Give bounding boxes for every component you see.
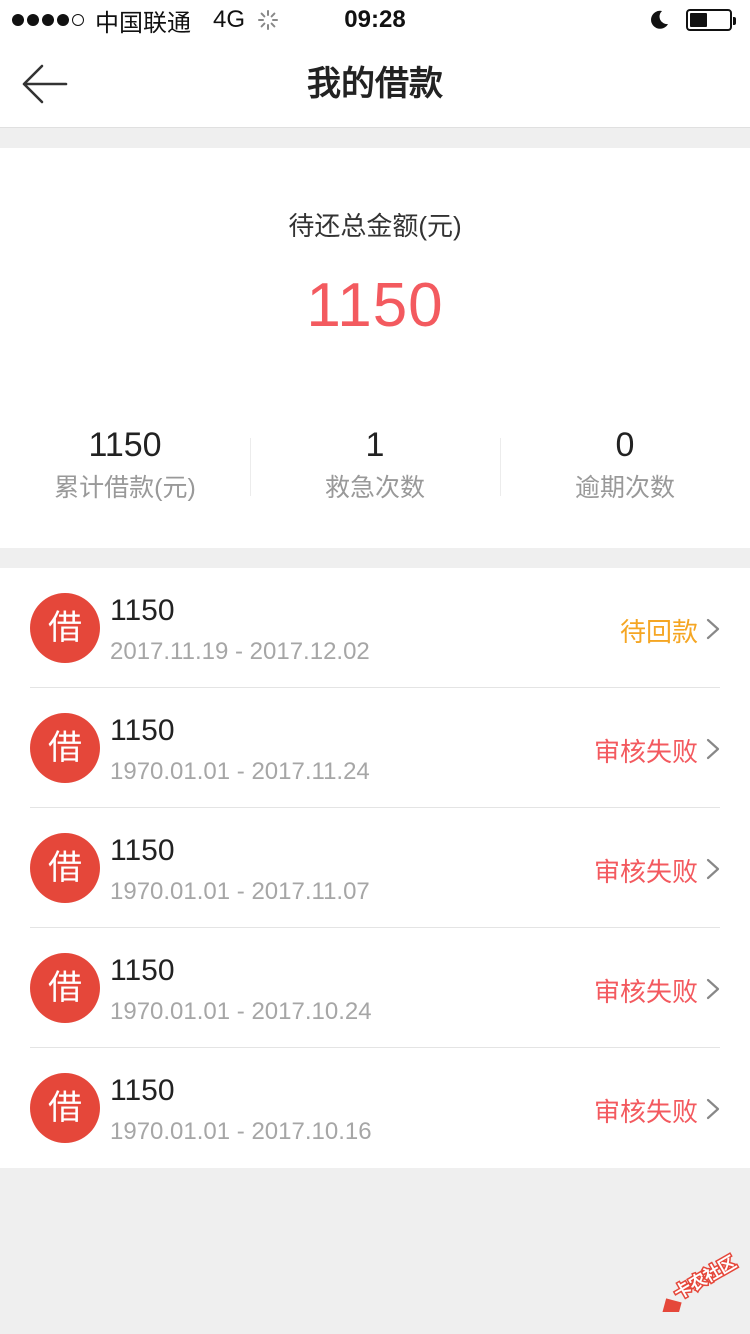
nav-bar: 我的借款 [0, 40, 750, 128]
loan-badge-icon: 借 [30, 1073, 100, 1143]
loan-list-item[interactable]: 借 1150 1970.01.01 - 2017.10.16 审核失败 [0, 1048, 750, 1168]
loan-status: 审核失败 [593, 977, 698, 1007]
back-arrow-icon[interactable] [18, 60, 70, 108]
loan-period: 1970.01.01 - 2017.10.16 [110, 1118, 372, 1145]
loan-amount: 1150 [110, 714, 175, 747]
loan-list: 借 1150 2017.11.19 - 2017.12.02 待回款 借 115… [0, 568, 750, 1168]
stat-value: 0 [615, 426, 635, 464]
network-type: 4G [213, 6, 246, 33]
signal-strength-icon [12, 14, 87, 26]
loan-period: 1970.01.01 - 2017.11.07 [110, 878, 370, 905]
watermark-logo: 卡农社区 [662, 1250, 741, 1312]
loan-amount: 1150 [110, 594, 175, 627]
stat-value: 1 [365, 426, 385, 464]
loan-status: 待回款 [619, 617, 698, 647]
chevron-right-icon [706, 978, 720, 1000]
loan-list-item[interactable]: 借 1150 1970.01.01 - 2017.11.24 审核失败 [0, 688, 750, 808]
loan-badge-icon: 借 [30, 713, 100, 783]
status-bar: 中国联通 4G 09:28 [0, 0, 750, 40]
loan-list-item[interactable]: 借 1150 2017.11.19 - 2017.12.02 待回款 [0, 568, 750, 688]
stat-label: 逾期次数 [574, 474, 675, 502]
chevron-right-icon [706, 618, 720, 640]
stat-total-borrowed: 1150 累计借款(元) [0, 424, 250, 504]
loan-badge-icon: 借 [30, 833, 100, 903]
loan-period: 1970.01.01 - 2017.11.24 [110, 758, 370, 785]
watermark-text: 卡农社区 [670, 1252, 739, 1303]
loan-badge-icon: 借 [30, 953, 100, 1023]
outstanding-amount: 1150 [306, 271, 444, 340]
chevron-right-icon [706, 858, 720, 880]
stats-row: 1150 累计借款(元) 1 救急次数 0 逾期次数 [0, 424, 750, 504]
loan-list-item[interactable]: 借 1150 1970.01.01 - 2017.11.07 审核失败 [0, 808, 750, 928]
loan-amount: 1150 [110, 1074, 175, 1107]
loan-list-item[interactable]: 借 1150 1970.01.01 - 2017.10.24 审核失败 [0, 928, 750, 1048]
chevron-right-icon [706, 1098, 720, 1120]
moon-icon [651, 10, 668, 29]
stat-value: 1150 [88, 426, 162, 464]
loan-badge-icon: 借 [30, 593, 100, 663]
repayment-summary: 待还总金额(元) 1150 1150 累计借款(元) 1 救急次数 0 逾期次数 [0, 148, 750, 548]
stat-overdue-count: 0 逾期次数 [500, 424, 750, 504]
stat-label: 累计借款(元) [54, 474, 196, 502]
loan-status: 审核失败 [593, 1097, 698, 1127]
loan-amount: 1150 [110, 954, 175, 987]
loan-period: 2017.11.19 - 2017.12.02 [110, 638, 370, 665]
loan-amount: 1150 [110, 834, 175, 867]
stat-label: 救急次数 [324, 474, 425, 502]
loan-status: 审核失败 [593, 857, 698, 887]
chevron-right-icon [706, 738, 720, 760]
stat-emergency-count: 1 救急次数 [250, 424, 500, 504]
battery-icon [686, 9, 736, 31]
loading-spinner-icon [258, 10, 279, 30]
carrier-name: 中国联通 [95, 9, 191, 37]
page-title: 我的借款 [307, 65, 443, 103]
battery-level [690, 13, 708, 27]
outstanding-label: 待还总金额(元) [288, 211, 462, 241]
loan-status: 审核失败 [593, 737, 698, 767]
loan-period: 1970.01.01 - 2017.10.24 [110, 998, 372, 1025]
